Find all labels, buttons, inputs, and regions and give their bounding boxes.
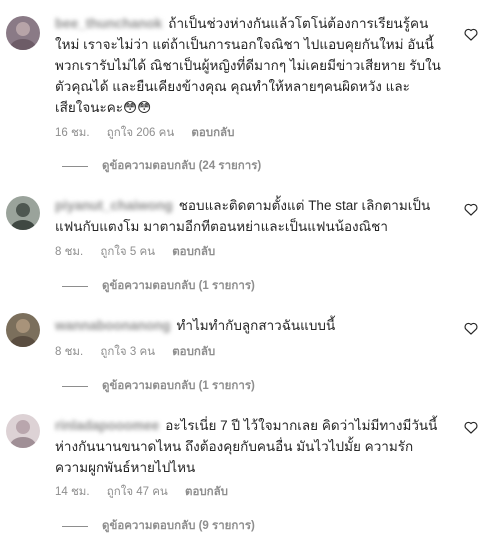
avatar[interactable] — [6, 16, 40, 50]
view-replies-button[interactable]: ดูข้อความตอบกลับ (1 รายการ) — [62, 277, 255, 295]
heart-icon[interactable] — [464, 322, 478, 335]
comment-text: ทำไมทำกับลูกสาวฉันแบบนี้ — [176, 318, 336, 333]
like-count[interactable]: ถูกใจ 5 คน — [100, 246, 155, 258]
heart-icon[interactable] — [464, 203, 478, 216]
reply-button[interactable]: ตอบกลับ — [172, 246, 215, 258]
divider-line — [62, 525, 88, 527]
comment-body: bee_thunchanok ถ้าเป็นช่วงห่างกันแล้วโตโน… — [55, 13, 443, 118]
comment-body: rinladapooomee อะไรเนี่ย 7 ปี ไว้ใจมากเลย… — [55, 415, 443, 478]
reply-button[interactable]: ตอบกลับ — [191, 127, 234, 139]
reply-button[interactable]: ตอบกลับ — [172, 346, 215, 358]
username[interactable]: wannaboonanong — [55, 318, 171, 333]
view-replies-label: ดูข้อความตอบกลับ (1 รายการ) — [102, 380, 255, 392]
avatar[interactable] — [6, 313, 40, 347]
like-count[interactable]: ถูกใจ 206 คน — [107, 127, 174, 139]
divider-line — [62, 285, 88, 287]
username[interactable]: rinladapooomee — [55, 418, 159, 433]
view-replies-label: ดูข้อความตอบกลับ (1 รายการ) — [102, 280, 255, 292]
comment-time: 8 ชม. — [55, 346, 84, 358]
view-replies-label: ดูข้อความตอบกลับ (9 รายการ) — [102, 520, 255, 532]
like-count[interactable]: ถูกใจ 3 คน — [100, 346, 155, 358]
heart-icon[interactable] — [464, 28, 478, 41]
view-replies-button[interactable]: ดูข้อความตอบกลับ (24 รายการ) — [62, 157, 261, 175]
comment-time: 8 ชม. — [55, 246, 84, 258]
comment-meta: 16 ชม. ถูกใจ 206 คน ตอบกลับ — [55, 124, 248, 142]
divider-line — [62, 385, 88, 387]
comment-meta: 8 ชม. ถูกใจ 3 คน ตอบกลับ — [55, 343, 229, 361]
comment-meta: 8 ชม. ถูกใจ 5 คน ตอบกลับ — [55, 243, 229, 261]
reply-button[interactable]: ตอบกลับ — [185, 486, 228, 498]
avatar[interactable] — [6, 196, 40, 230]
comment-time: 16 ชม. — [55, 127, 90, 139]
comment-time: 14 ชม. — [55, 486, 90, 498]
username[interactable]: piyanut_chaiwong — [55, 198, 173, 213]
like-count[interactable]: ถูกใจ 47 คน — [107, 486, 168, 498]
view-replies-button[interactable]: ดูข้อความตอบกลับ (9 รายการ) — [62, 517, 255, 535]
username[interactable]: bee_thunchanok — [55, 16, 162, 31]
view-replies-button[interactable]: ดูข้อความตอบกลับ (1 รายการ) — [62, 377, 255, 395]
avatar[interactable] — [6, 414, 40, 448]
heart-icon[interactable] — [464, 421, 478, 434]
comment-meta: 14 ชม. ถูกใจ 47 คน ตอบกลับ — [55, 483, 242, 501]
comment-body: piyanut_chaiwong ชอบและติดตามตั้งแต่ The … — [55, 195, 443, 237]
view-replies-label: ดูข้อความตอบกลับ (24 รายการ) — [102, 160, 262, 172]
comment-body: wannaboonanong ทำไมทำกับลูกสาวฉันแบบนี้ — [55, 315, 443, 336]
divider-line — [62, 165, 88, 167]
